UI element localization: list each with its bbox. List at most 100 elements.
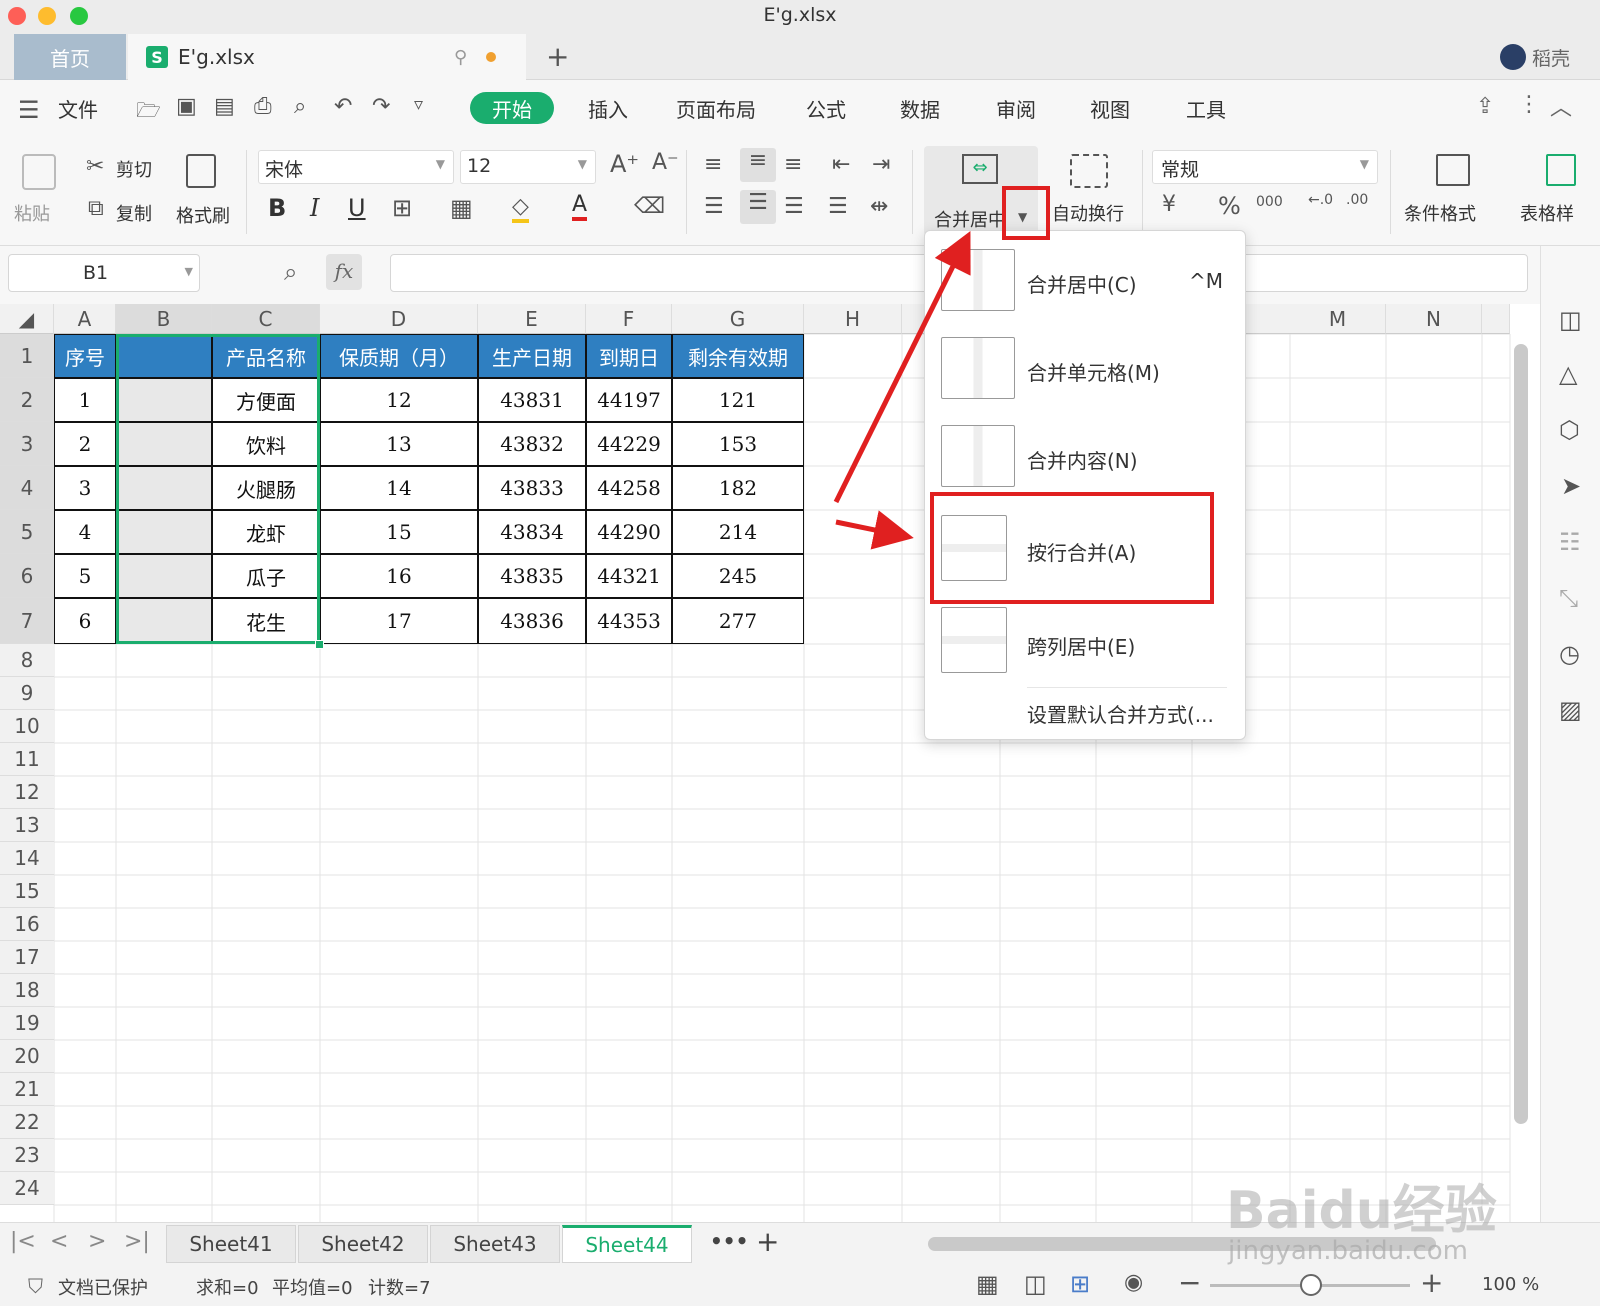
table-cell[interactable]: 44197 — [586, 378, 672, 422]
save-icon[interactable]: ▣ — [176, 94, 197, 119]
row-header-20[interactable]: 20 — [0, 1040, 54, 1073]
center-across-columns-option[interactable]: 跨列居中(E) — [925, 605, 1247, 681]
menu-tab-tools[interactable]: 工具 — [1186, 94, 1226, 123]
table-cell[interactable]: 43833 — [478, 466, 586, 510]
eraser-icon[interactable]: ⌫ — [634, 194, 665, 219]
eye-protection-icon[interactable]: ◉ — [1124, 1270, 1143, 1295]
row-header-22[interactable]: 22 — [0, 1106, 54, 1139]
number-format-select[interactable]: 常规 ▼ — [1152, 150, 1378, 184]
column-header-a[interactable]: A — [54, 304, 116, 334]
table-cell[interactable]: 5 — [54, 554, 116, 598]
select-all-corner[interactable]: ◢ — [0, 304, 54, 334]
align-top-icon[interactable]: ≡ — [704, 152, 722, 177]
merge-cells-option[interactable]: 合并单元格(M) — [925, 333, 1247, 409]
font-name-select[interactable]: 宋体 ▼ — [258, 150, 454, 184]
bold-icon[interactable]: B — [268, 194, 286, 222]
shield-icon[interactable]: ⬡ — [1559, 416, 1580, 444]
wrap-text-button[interactable]: 自动换行 — [1052, 200, 1124, 226]
merge-center-option[interactable]: 合并居中(C) ^M — [925, 245, 1247, 321]
table-cell[interactable]: 1 — [54, 378, 116, 422]
fill-color-icon[interactable]: ◇ — [512, 194, 529, 223]
align-middle-icon[interactable]: ≡ — [740, 148, 776, 182]
tab-file[interactable]: S E'g.xlsx ⚲ — [128, 34, 526, 80]
print-icon[interactable]: ⎙ — [254, 94, 272, 119]
row-header-4[interactable]: 4 — [0, 466, 54, 510]
set-default-merge-option[interactable]: 设置默认合并方式(... — [925, 693, 1247, 729]
italic-icon[interactable]: I — [310, 194, 319, 222]
collapse-ribbon-icon[interactable]: ︿ — [1550, 90, 1572, 122]
table-cell[interactable]: 16 — [320, 554, 478, 598]
align-left-icon[interactable]: ☰ — [704, 194, 724, 219]
next-sheet-icon[interactable]: > — [88, 1229, 106, 1254]
justify-icon[interactable]: ☰ — [828, 194, 848, 219]
zoom-level[interactable]: 100 % — [1482, 1274, 1539, 1295]
row-header-6[interactable]: 6 — [0, 554, 54, 598]
menu-tab-review[interactable]: 审阅 — [996, 94, 1036, 123]
table-cell[interactable]: 12 — [320, 378, 478, 422]
pin-icon[interactable]: ⚲ — [454, 47, 467, 68]
function-button[interactable]: fx — [326, 254, 362, 290]
table-cell[interactable]: 121 — [672, 378, 804, 422]
table-header-cell[interactable]: 剩余有效期 — [672, 334, 804, 378]
menu-tab-formula[interactable]: 公式 — [806, 94, 846, 123]
menu-tab-start[interactable]: 开始 — [470, 92, 554, 124]
row-header-11[interactable]: 11 — [0, 743, 54, 776]
distributed-icon[interactable]: ⇹ — [870, 194, 888, 219]
thousands-icon[interactable]: 000 — [1256, 194, 1283, 210]
history-icon[interactable]: ◷ — [1559, 640, 1580, 668]
hamburger-menu-icon[interactable]: ☰ — [18, 96, 40, 124]
decrease-font-icon[interactable]: A⁻ — [652, 150, 679, 175]
more-sheets-button[interactable]: ••• — [710, 1229, 748, 1253]
row-header-8[interactable]: 8 — [0, 644, 54, 677]
table-cell[interactable]: 44290 — [586, 510, 672, 554]
row-header-3[interactable]: 3 — [0, 422, 54, 466]
selection-range-b1-c7[interactable] — [116, 334, 320, 644]
table-cell[interactable]: 3 — [54, 466, 116, 510]
column-header-n[interactable]: N — [1386, 304, 1482, 334]
more-options-icon[interactable]: ⋮ — [1518, 92, 1540, 117]
row-header-21[interactable]: 21 — [0, 1073, 54, 1106]
zoom-search-icon[interactable]: ⌕ — [284, 258, 297, 286]
tab-home[interactable]: 首页 — [14, 34, 126, 80]
layout-view-icon[interactable]: ⊞ — [1070, 1270, 1090, 1298]
table-cell[interactable]: 44321 — [586, 554, 672, 598]
increase-indent-icon[interactable]: ⇥ — [872, 152, 890, 177]
sheet-tab-43[interactable]: Sheet43 — [430, 1225, 560, 1263]
table-cell[interactable]: 214 — [672, 510, 804, 554]
customize-toolbar-icon[interactable]: ▿ — [414, 94, 423, 115]
fill-handle[interactable] — [315, 640, 324, 649]
menu-tab-data[interactable]: 数据 — [900, 94, 940, 123]
add-sheet-button[interactable]: + — [756, 1225, 779, 1258]
transform-icon[interactable]: ⤡ — [1559, 584, 1578, 612]
image-icon[interactable]: ▨ — [1559, 696, 1582, 724]
avatar[interactable] — [1500, 44, 1526, 70]
borders-icon[interactable]: ⊞ — [392, 194, 412, 222]
table-cell[interactable]: 277 — [672, 598, 804, 644]
row-header-23[interactable]: 23 — [0, 1139, 54, 1172]
menu-file[interactable]: 文件 — [58, 94, 98, 123]
table-cell[interactable]: 43831 — [478, 378, 586, 422]
vertical-scrollbar[interactable] — [1514, 344, 1528, 1124]
paste-button[interactable]: 粘贴 — [14, 200, 50, 226]
sheet-tab-42[interactable]: Sheet42 — [298, 1225, 428, 1263]
row-header-19[interactable]: 19 — [0, 1007, 54, 1040]
cursor-icon[interactable]: ➤ — [1561, 472, 1581, 500]
row-header-13[interactable]: 13 — [0, 809, 54, 842]
table-cell[interactable]: 43835 — [478, 554, 586, 598]
table-cell[interactable]: 2 — [54, 422, 116, 466]
zoom-in-icon[interactable]: + — [1420, 1266, 1443, 1299]
sheet-tab-44[interactable]: Sheet44 — [562, 1225, 692, 1263]
undo-icon[interactable]: ↶ — [334, 94, 352, 119]
align-right-icon[interactable]: ☰ — [784, 194, 804, 219]
font-color-icon[interactable]: A — [572, 192, 588, 221]
export-pdf-icon[interactable]: ▤ — [214, 94, 235, 119]
first-sheet-icon[interactable]: |< — [10, 1229, 36, 1254]
row-header-9[interactable]: 9 — [0, 677, 54, 710]
conditional-format-icon[interactable] — [1436, 154, 1470, 186]
format-painter-button[interactable]: 格式刷 — [176, 202, 230, 228]
menu-tab-view[interactable]: 视图 — [1090, 94, 1130, 123]
table-cell[interactable]: 14 — [320, 466, 478, 510]
cut-button[interactable]: 剪切 — [116, 156, 152, 182]
menu-tab-page-layout[interactable]: 页面布局 — [676, 94, 756, 123]
row-header-16[interactable]: 16 — [0, 908, 54, 941]
